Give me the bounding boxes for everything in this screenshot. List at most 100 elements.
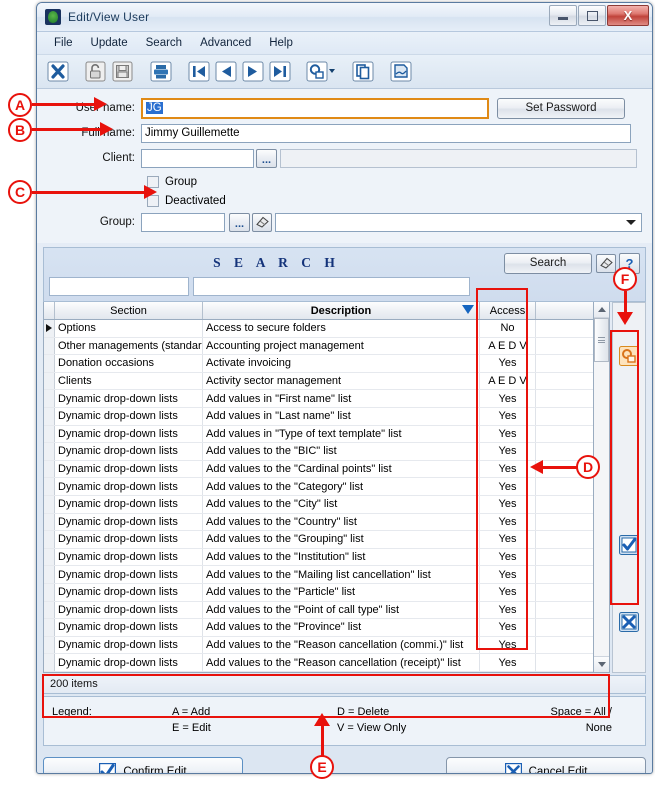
duplicate-icon <box>352 61 373 82</box>
annotation-line-d <box>542 466 578 469</box>
close-record-button[interactable] <box>45 60 70 83</box>
cell-description: Add values to the "City" list <box>203 495 480 513</box>
cell-section: Dynamic drop-down lists <box>55 425 203 443</box>
annotation-marker-e: E <box>310 755 334 779</box>
table-row[interactable]: Dynamic drop-down lists Add values to the… <box>44 654 593 672</box>
previous-record-icon <box>215 61 236 82</box>
legend-e-edit: E = Edit <box>172 721 211 734</box>
row-selector-cell[interactable] <box>44 601 55 619</box>
cell-description: Add values to the "Institution" list <box>203 548 480 566</box>
row-selector-cell[interactable] <box>44 654 55 671</box>
scroll-down-button[interactable] <box>594 655 609 672</box>
close-button[interactable]: X <box>607 5 649 26</box>
sort-descending-icon <box>462 305 474 314</box>
row-selector-cell[interactable] <box>44 566 55 583</box>
row-selector-cell[interactable] <box>44 355 55 372</box>
row-selector-cell[interactable] <box>44 531 55 548</box>
search-dropdown-button[interactable] <box>305 60 337 83</box>
row-selector-cell[interactable] <box>44 320 55 337</box>
minimize-button[interactable] <box>549 5 577 26</box>
unlock-button[interactable] <box>83 60 108 83</box>
save-button-disabled[interactable] <box>110 60 135 83</box>
confirm-edit-button[interactable]: Confirm Edit <box>43 756 243 773</box>
row-selector-cell[interactable] <box>44 478 55 495</box>
cell-access[interactable]: Yes <box>480 654 536 671</box>
search-button[interactable]: Search <box>504 252 592 274</box>
first-record-icon <box>188 61 209 82</box>
deactivated-checkbox-row[interactable]: Deactivated <box>47 192 642 209</box>
search-description-input[interactable] <box>193 277 470 296</box>
grid-header-section[interactable]: Section <box>55 302 203 319</box>
client-input[interactable] <box>141 148 254 168</box>
row-selector-cell[interactable] <box>44 460 55 478</box>
first-record-button[interactable] <box>186 60 211 83</box>
cell-spacer <box>536 390 593 407</box>
cell-description: Add values to the "Province" list <box>203 619 480 636</box>
cell-spacer <box>536 426 593 443</box>
row-selector-cell[interactable] <box>44 636 55 654</box>
client-browse-button[interactable]: ... <box>256 148 277 168</box>
maximize-button[interactable] <box>578 5 606 26</box>
row-selector-cell[interactable] <box>44 372 55 390</box>
set-password-button[interactable]: Set Password <box>497 97 625 119</box>
row-selector-cell[interactable] <box>44 443 55 460</box>
row-selector-cell[interactable] <box>44 495 55 513</box>
caret-up-icon <box>597 307 606 312</box>
cell-spacer <box>536 338 593 355</box>
group-clear-button[interactable] <box>252 212 272 232</box>
menu-item-file[interactable]: File <box>45 35 82 51</box>
group-combo[interactable] <box>275 212 642 232</box>
menu-item-search[interactable]: Search <box>137 35 191 51</box>
user-name-input[interactable]: JG <box>141 97 489 119</box>
row-selector-cell[interactable] <box>44 619 55 636</box>
menu-item-help[interactable]: Help <box>260 35 302 51</box>
row-selector-cell[interactable] <box>44 407 55 425</box>
search-dropdown-icon <box>306 61 335 82</box>
scroll-up-button[interactable] <box>594 302 609 318</box>
cell-section: Dynamic drop-down lists <box>55 531 203 548</box>
duplicate-button[interactable] <box>350 60 375 83</box>
menu-item-advanced[interactable]: Advanced <box>191 35 260 51</box>
next-record-button[interactable] <box>240 60 265 83</box>
annotation-marker-d: D <box>576 455 600 479</box>
cell-spacer <box>536 637 593 654</box>
minimize-icon <box>558 17 568 20</box>
user-name-row: User name: JG Set Password <box>47 97 642 119</box>
annotation-line-e <box>321 723 324 757</box>
annotation-marker-f: F <box>613 267 637 291</box>
row-selector-cell[interactable] <box>44 513 55 531</box>
client-label: Client: <box>102 152 135 164</box>
row-selector-cell[interactable] <box>44 337 55 355</box>
group-input[interactable] <box>141 212 225 232</box>
cell-spacer <box>536 566 593 583</box>
grid-vertical-scrollbar[interactable] <box>594 302 610 673</box>
edit-view-user-window: Edit/View User X File Update Search Adva… <box>36 2 653 774</box>
group-checkbox-label: Group <box>165 175 197 188</box>
print-button[interactable] <box>148 60 173 83</box>
cell-section: Dynamic drop-down lists <box>55 619 203 636</box>
uncheck-all-button[interactable] <box>618 611 640 633</box>
row-selector-cell[interactable] <box>44 425 55 443</box>
menu-item-update[interactable]: Update <box>82 35 137 51</box>
annotation-box-tool-column <box>610 330 639 605</box>
row-selector-cell[interactable] <box>44 390 55 407</box>
cancel-edit-button[interactable]: Cancel Edit <box>446 756 646 773</box>
grid-header-description-label: Description <box>310 304 372 317</box>
previous-record-button[interactable] <box>213 60 238 83</box>
menu-bar: File Update Search Advanced Help <box>37 32 652 55</box>
window-title: Edit/View User <box>68 10 150 24</box>
full-name-input[interactable]: Jimmy Guillemette <box>141 123 631 143</box>
group-checkbox-row[interactable]: Group <box>47 173 642 190</box>
scrollbar-track[interactable] <box>594 318 609 656</box>
edit-note-button[interactable] <box>388 60 413 83</box>
group-browse-button[interactable]: ... <box>229 212 250 232</box>
grid-header-description[interactable]: Description <box>203 302 480 319</box>
scrollbar-thumb[interactable] <box>594 318 609 362</box>
search-section-input[interactable] <box>49 277 189 296</box>
row-selector-cell[interactable] <box>44 548 55 566</box>
current-row-marker-icon <box>46 324 52 333</box>
cell-description: Add values to the "Particle" list <box>203 583 480 601</box>
close-icon: X <box>623 8 633 23</box>
row-selector-cell[interactable] <box>44 583 55 601</box>
last-record-button[interactable] <box>267 60 292 83</box>
